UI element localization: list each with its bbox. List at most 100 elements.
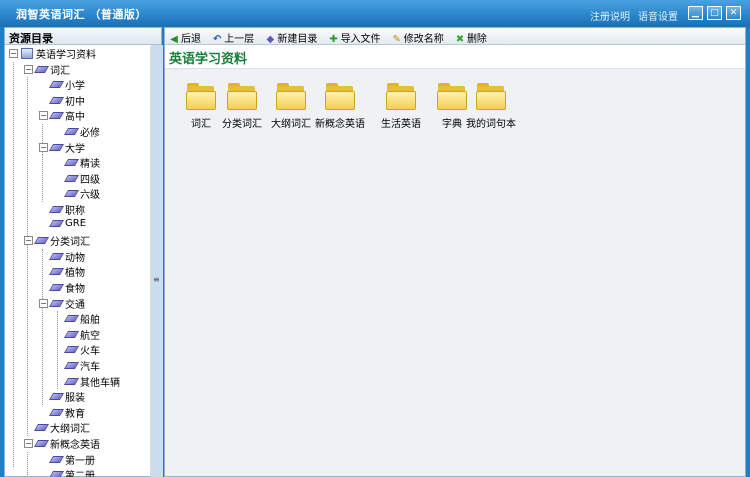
folder-diamond-icon bbox=[48, 252, 65, 260]
folder-icon bbox=[227, 83, 257, 110]
import-plus-icon: ✚ bbox=[329, 34, 338, 45]
collapse-toggle-icon[interactable]: − bbox=[39, 142, 48, 152]
tree-item[interactable]: 教育 bbox=[48, 405, 85, 420]
tree-item[interactable]: 六级 bbox=[63, 186, 100, 201]
tree-item[interactable]: GRE bbox=[48, 218, 86, 233]
tree-item[interactable]: 航空 bbox=[63, 327, 100, 342]
tree-item[interactable]: 大纲词汇 bbox=[33, 420, 90, 435]
tree-item[interactable]: 必修 bbox=[63, 124, 100, 139]
tree-item-label: 航空 bbox=[80, 330, 100, 342]
tree-item[interactable]: 食物 bbox=[48, 280, 85, 295]
tree-item[interactable]: 小学 bbox=[48, 77, 85, 92]
back-button[interactable]: ◀ 后退 bbox=[169, 30, 201, 45]
tree-item[interactable]: 第二册 bbox=[48, 467, 95, 477]
tree-item-label: 动物 bbox=[65, 252, 85, 264]
tree-item[interactable]: 汽车 bbox=[63, 358, 100, 373]
folder-diamond-icon bbox=[63, 128, 80, 135]
folder-diamond-icon bbox=[63, 190, 80, 198]
collapse-toggle-icon[interactable]: − bbox=[39, 111, 48, 121]
toolbar: ◀ 后退 ↶ 上一层 ◆ 新建目录 ✚ 导入文件 ✎ 修改名称 ✖ 删除 bbox=[165, 28, 745, 45]
tree-item-label: 大学 bbox=[65, 143, 85, 155]
tree-item[interactable]: 第一册 bbox=[48, 452, 95, 467]
collapse-toggle-icon[interactable]: − bbox=[9, 49, 18, 58]
tree-item[interactable]: 服装 bbox=[48, 389, 85, 404]
maximize-button[interactable]: □ bbox=[707, 6, 722, 20]
register-info-link[interactable]: 注册说明 bbox=[590, 12, 630, 23]
delete-x-icon: ✖ bbox=[455, 34, 465, 45]
tree-item[interactable]: 火车 bbox=[63, 342, 100, 358]
app-title: 润智英语词汇 （普通版） bbox=[16, 8, 147, 21]
folder-item[interactable]: 大纲词汇 bbox=[263, 83, 319, 130]
folder-item[interactable]: 分类词汇 bbox=[214, 83, 270, 130]
folder-label: 新概念英语 bbox=[315, 119, 365, 130]
folder-diamond-icon bbox=[33, 424, 50, 432]
new-folder-icon: ◆ bbox=[266, 34, 275, 45]
panel-splitter[interactable]: ≡ bbox=[151, 45, 163, 477]
up-level-button[interactable]: ↶ 上一层 bbox=[212, 30, 254, 45]
folder-item[interactable]: 新概念英语 bbox=[312, 83, 368, 130]
new-folder-label: 新建目录 bbox=[277, 34, 318, 45]
collapse-toggle-icon[interactable]: − bbox=[39, 298, 48, 308]
folder-diamond-icon bbox=[48, 455, 65, 463]
tree-item[interactable]: − 高中 bbox=[39, 108, 85, 123]
tree-item[interactable]: 其他车辆 bbox=[63, 374, 120, 389]
tree-guide-line bbox=[27, 77, 28, 436]
folder-diamond-icon bbox=[48, 112, 65, 120]
tree-item[interactable]: 初中 bbox=[48, 93, 85, 108]
back-label: 后退 bbox=[181, 34, 201, 45]
collapse-toggle-icon[interactable]: − bbox=[24, 439, 33, 448]
voice-settings-link[interactable]: 语音设置 bbox=[638, 12, 678, 23]
folder-diamond-icon bbox=[63, 362, 80, 369]
new-folder-button[interactable]: ◆ 新建目录 bbox=[265, 30, 318, 45]
tree-item-label: 初中 bbox=[65, 96, 85, 108]
tree-item-label: 船舶 bbox=[80, 315, 100, 327]
tree-item[interactable]: − 新概念英语 bbox=[24, 436, 100, 451]
tree-item-label: 火车 bbox=[80, 346, 100, 358]
folder-diamond-icon bbox=[48, 393, 65, 401]
tree-item[interactable]: − 大学 bbox=[39, 140, 85, 155]
folder-icon bbox=[186, 83, 216, 110]
tree-item[interactable]: − 词汇 bbox=[24, 62, 70, 77]
folder-icon bbox=[325, 83, 355, 110]
tree-item[interactable]: 四级 bbox=[63, 171, 100, 186]
tree-guide-line bbox=[42, 155, 43, 202]
tree-item[interactable]: 植物 bbox=[48, 264, 85, 280]
folder-item[interactable]: 我的词句本 bbox=[463, 83, 519, 130]
folder-item[interactable]: 生活英语 bbox=[373, 83, 429, 130]
tree-item-label: 其他车辆 bbox=[80, 377, 120, 389]
rename-label: 修改名称 bbox=[403, 34, 444, 45]
import-file-button[interactable]: ✚ 导入文件 bbox=[329, 30, 381, 45]
tree-item-label: 植物 bbox=[65, 268, 85, 280]
tree-item-label: 新概念英语 bbox=[50, 440, 100, 451]
splitter-grip-icon: ≡ bbox=[153, 275, 160, 284]
tree-item[interactable]: 职称 bbox=[48, 202, 85, 217]
tree-item[interactable]: − 分类词汇 bbox=[24, 233, 90, 248]
tree-item-label: 必修 bbox=[80, 128, 100, 139]
folder-label: 分类词汇 bbox=[222, 119, 262, 130]
folder-label: 生活英语 bbox=[381, 119, 421, 130]
current-folder-title: 英语学习资料 bbox=[165, 45, 745, 69]
tree-item-label: 词汇 bbox=[50, 65, 70, 77]
title-links: 注册说明 语音设置 bbox=[590, 8, 686, 23]
folder-view: 词汇 分类词汇 大纲词汇 新概念英语 生活英语 字典 我的词句本 bbox=[165, 71, 745, 477]
delete-button[interactable]: ✖ 删除 bbox=[455, 30, 487, 45]
folder-icon bbox=[476, 83, 506, 110]
collapse-toggle-icon[interactable]: − bbox=[24, 236, 33, 246]
tree-item[interactable]: 船舶 bbox=[63, 311, 100, 327]
folder-diamond-icon bbox=[48, 268, 65, 276]
rename-button[interactable]: ✎ 修改名称 bbox=[392, 30, 444, 45]
minimize-button[interactable]: ▁ bbox=[688, 6, 703, 20]
tree-item[interactable]: 精读 bbox=[63, 155, 100, 170]
close-button[interactable]: ✕ bbox=[726, 6, 741, 20]
tree-item[interactable]: − 英语学习资料 bbox=[9, 46, 96, 61]
collapse-toggle-icon[interactable]: − bbox=[24, 64, 33, 74]
tree-item[interactable]: − 交通 bbox=[39, 296, 85, 311]
folder-diamond-icon bbox=[63, 315, 80, 323]
folder-diamond-icon bbox=[48, 284, 65, 291]
tree-guide-line bbox=[57, 311, 58, 390]
import-file-label: 导入文件 bbox=[340, 34, 381, 45]
folder-diamond-icon bbox=[48, 471, 65, 477]
tree-item[interactable]: 动物 bbox=[48, 249, 85, 264]
folder-diamond-icon bbox=[33, 440, 50, 447]
back-arrow-icon: ◀ bbox=[170, 34, 178, 45]
